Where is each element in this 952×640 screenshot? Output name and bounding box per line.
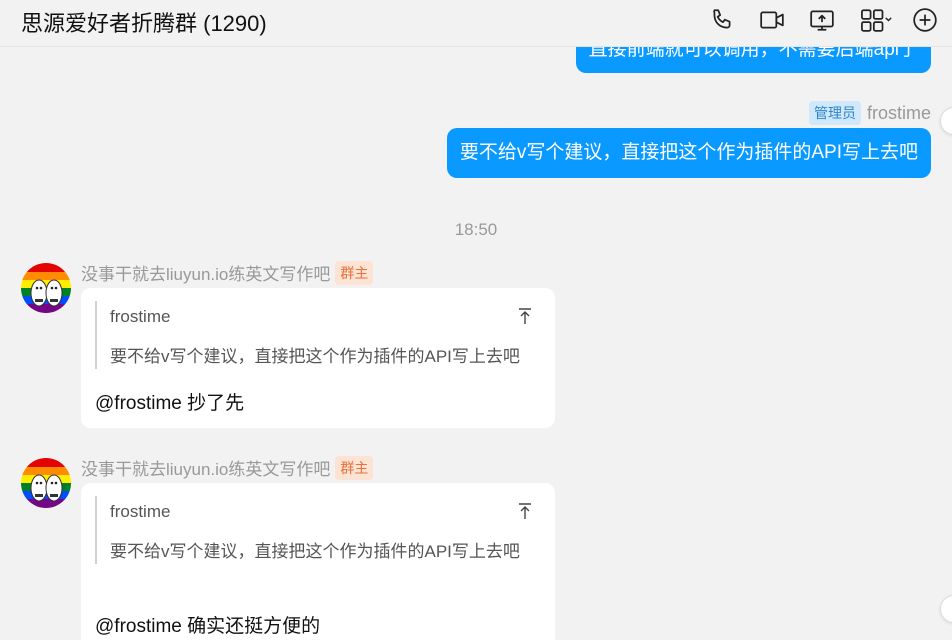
avatar[interactable]: [21, 458, 71, 508]
sent-message-bubble[interactable]: 直接前端就可以调用，不需要后端api了: [575, 47, 931, 73]
message-text: @frostime 抄了先: [95, 393, 245, 414]
screen-share-icon[interactable]: [808, 6, 836, 34]
admin-badge: 管理员: [808, 101, 861, 125]
reply-message-bubble[interactable]: frostime 要不给v写个建议，直接把这个作为插件的API写上去吧 @fro…: [81, 288, 555, 428]
quote-author: frostime: [110, 502, 171, 521]
message-meta: 没事干就去liuyun.io练英文写作吧 群主: [81, 260, 374, 285]
chat-header: 思源爱好者折腾群 (1290): [0, 0, 952, 47]
quote-text: 要不给v写个建议，直接把这个作为插件的API写上去吧: [110, 542, 520, 561]
timestamp: 18:50: [454, 220, 498, 239]
scroll-button[interactable]: [940, 595, 952, 623]
jump-to-top-icon[interactable]: [517, 307, 533, 325]
side-avatar[interactable]: [940, 107, 952, 135]
add-icon[interactable]: [911, 6, 939, 34]
member-name[interactable]: 没事干就去liuyun.io练英文写作吧: [81, 260, 330, 285]
sender-name[interactable]: frostime: [867, 103, 931, 124]
message-meta: 没事干就去liuyun.io练英文写作吧 群主: [81, 455, 374, 480]
phone-icon[interactable]: [708, 6, 736, 34]
avatar-image: [21, 263, 71, 313]
quote-text: 要不给v写个建议，直接把这个作为插件的API写上去吧: [110, 347, 520, 366]
avatar[interactable]: [21, 263, 71, 313]
sender-info: 管理员 frostime: [808, 101, 931, 125]
owner-badge: 群主: [335, 260, 374, 285]
jump-to-top-icon[interactable]: [517, 502, 533, 520]
chat-area[interactable]: 直接前端就可以调用，不需要后端api了 管理员 frostime 要不给v写个建…: [0, 47, 952, 640]
owner-badge: 群主: [335, 455, 374, 480]
sent-message-text: 要不给v写个建议，直接把这个作为插件的API写上去吧: [459, 142, 918, 163]
message-text: @frostime 确实还挺方便的: [95, 616, 321, 637]
member-name[interactable]: 没事干就去liuyun.io练英文写作吧: [81, 455, 330, 480]
sent-message-text: 直接前端就可以调用，不需要后端api了: [588, 47, 918, 60]
video-icon[interactable]: [758, 6, 786, 34]
sent-message-bubble[interactable]: 要不给v写个建议，直接把这个作为插件的API写上去吧: [446, 128, 931, 178]
reply-message-bubble[interactable]: frostime 要不给v写个建议，直接把这个作为插件的API写上去吧 @fro…: [81, 483, 555, 640]
quoted-message[interactable]: frostime 要不给v写个建议，直接把这个作为插件的API写上去吧: [95, 496, 543, 564]
apps-icon[interactable]: [858, 6, 894, 34]
quoted-message[interactable]: frostime 要不给v写个建议，直接把这个作为插件的API写上去吧: [95, 301, 543, 369]
quote-author: frostime: [110, 307, 171, 326]
chat-title: 思源爱好者折腾群 (1290): [21, 11, 267, 36]
avatar-image: [21, 458, 71, 508]
